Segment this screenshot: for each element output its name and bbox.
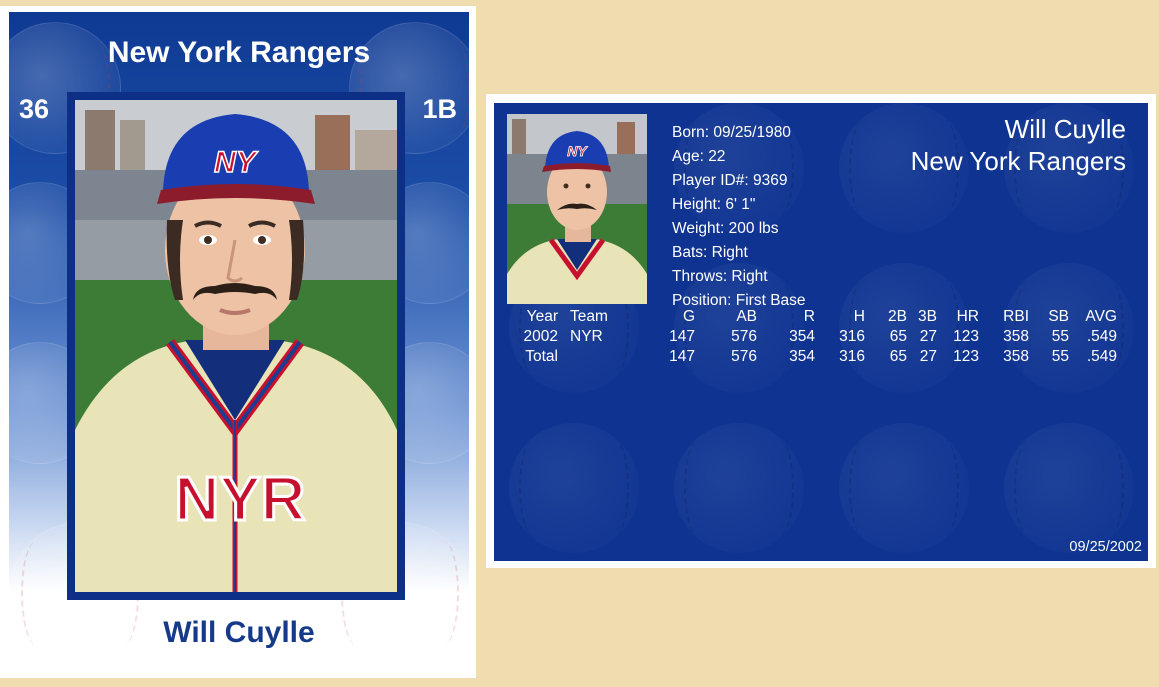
stats-cell: NYR [570,328,603,345]
stats-cell: 27 [919,348,937,365]
stats-cell [570,347,630,367]
card-date: 09/25/2002 [1069,539,1142,555]
front-team-title: New York Rangers [107,36,371,69]
stats-header-cell: R [803,308,815,325]
stats-header-cell: G [682,308,695,325]
stats-cell: 2002 [523,328,558,345]
stats-table: Year Team G AB R H 2B 3B HR RBI SB AVG 2… [508,307,1117,367]
stats-header-cell: SB [1048,308,1069,325]
bio-throws: Throws: Right [672,268,768,285]
stats-cell: 55 [1051,328,1069,345]
stats-row: 2002 NYR 147 576 354 316 65 27 123 358 5… [508,327,1117,347]
card-back[interactable]: NY Born: 09/25/1980 Age: 22 Player ID#: … [486,94,1156,568]
stats-cell: 576 [731,348,757,365]
stats-cell: 358 [1003,348,1029,365]
baseball-decoration [509,423,639,553]
stats-header-cell: AVG [1085,308,1117,325]
position-badge: 1B [422,94,457,124]
baseball-decoration [674,423,804,553]
stats-header-cell: Year [526,308,558,325]
stats-cell: 354 [789,348,815,365]
stats-cell: 354 [789,328,815,345]
stats-cell: 65 [889,348,907,365]
stats-header-cell: HR [956,308,979,325]
bio-weight: Weight: 200 lbs [672,220,779,237]
card-front[interactable]: New York Rangers 36 1B NYR NY Will Cuyll… [0,6,476,678]
bio-player-id: Player ID#: 9369 [672,172,788,189]
cap-logo: NY [214,146,259,179]
stats-cell: 147 [669,328,695,345]
player-photo[interactable]: NYR NY [75,100,397,592]
player-portrait-illustration: NYR NY [75,100,397,592]
back-header: Will Cuylle New York Rangers [911,113,1126,177]
stats-header-row: Year Team G AB R H 2B 3B HR RBI SB AVG [508,307,1117,327]
stats-cell: 55 [1051,348,1069,365]
player-photo-frame: NYR NY [67,92,405,600]
front-player-name: Will Cuylle [163,616,315,649]
back-player-name: Will Cuylle [1004,114,1126,144]
stats-header-cell: H [853,308,865,325]
stats-cell: 358 [1003,328,1029,345]
stats-cell: 65 [889,328,907,345]
stats-header-cell: 2B [888,308,907,325]
stats-header-cell: AB [736,308,757,325]
stats-cell: 316 [839,328,865,345]
stats-cell: 123 [953,328,979,345]
jersey-lettering: NYR [175,465,306,534]
stats-cell: 123 [953,348,979,365]
stats-cell: 316 [839,348,865,365]
bio-born: Born: 09/25/1980 [672,124,791,141]
player-thumbnail[interactable]: NY [507,114,647,304]
baseball-decoration [1004,423,1134,553]
back-team-name: New York Rangers [910,146,1126,176]
card-front-background: New York Rangers 36 1B NYR NY Will Cuyll… [9,12,469,670]
stats-cell: 147 [669,348,695,365]
bio-bats: Bats: Right [672,244,748,261]
stats-cell: .549 [1086,348,1117,365]
player-bio: Born: 09/25/1980 Age: 22 Player ID#: 936… [672,121,806,313]
stats-cell: Total [525,348,558,365]
stats-total-row: Total 147 576 354 316 65 27 123 358 55 .… [508,347,1117,367]
stats-cell: 27 [919,328,937,345]
player-thumbnail-illustration: NY [507,114,647,304]
thumbnail-cap-logo: NY [567,143,588,159]
jersey-number: 36 [19,94,50,124]
stats-header-cell: Team [570,308,608,325]
stats-cell: .549 [1086,328,1117,345]
baseball-decoration [839,423,969,553]
stats-header-cell: RBI [1003,308,1029,325]
stats-cell: 576 [731,328,757,345]
stats-header-cell: 3B [918,308,937,325]
bio-age: Age: 22 [672,148,726,165]
bio-height: Height: 6' 1" [672,196,756,213]
card-back-background: NY Born: 09/25/1980 Age: 22 Player ID#: … [494,103,1148,561]
